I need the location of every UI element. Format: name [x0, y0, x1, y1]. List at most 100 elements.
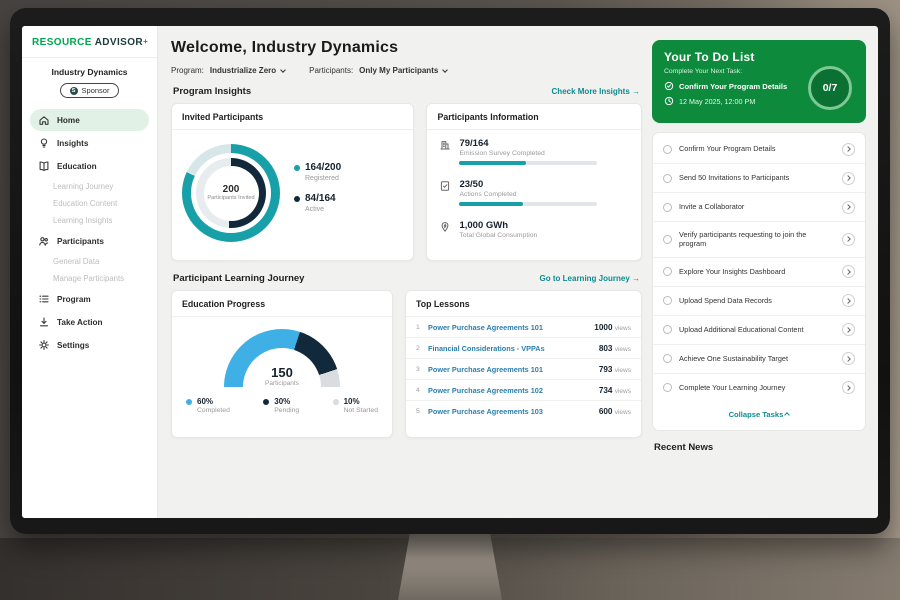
sponsor-badge[interactable]: S Sponsor [60, 83, 120, 98]
sidebar-item-learning-journey[interactable]: Learning Journey [22, 178, 157, 195]
task-item[interactable]: Explore Your Insights Dashboard [653, 258, 865, 287]
sidebar-item-education-content[interactable]: Education Content [22, 195, 157, 212]
task-checkbox[interactable] [663, 267, 672, 276]
legend-value: 164/200 [305, 162, 341, 173]
legend-not-started: 10% Not Started [333, 397, 378, 414]
task-chevron-icon[interactable] [842, 143, 855, 156]
download-icon [38, 316, 50, 328]
lesson-rank: 2 [416, 345, 428, 352]
participants-information-card: Participants Information 79/164 Emission… [426, 103, 642, 261]
program-filter-select[interactable]: Industrialize Zero [210, 66, 285, 75]
sidebar-item-home[interactable]: Home [30, 109, 149, 131]
lesson-views: 734 [599, 386, 613, 395]
lesson-link[interactable]: Financial Considerations - VPPAs [428, 344, 599, 353]
lesson-link[interactable]: Power Purchase Agreements 101 [428, 365, 599, 374]
metric-value: 79/164 [459, 138, 597, 149]
education-legend: 60% Completed 30% Pending 10% Not Starte… [172, 387, 392, 414]
sidebar-item-participants[interactable]: Participants [30, 230, 149, 252]
due-date: 12 May 2025, 12:00 PM [679, 97, 755, 106]
navy-dot-icon [294, 196, 300, 202]
task-item[interactable]: Complete Your Learning Journey [653, 374, 865, 402]
due-date-row: 12 May 2025, 12:00 PM [664, 96, 804, 106]
sidebar-item-manage-participants[interactable]: Manage Participants [22, 270, 157, 287]
sidebar-item-program[interactable]: Program [30, 288, 149, 310]
task-item[interactable]: Verify participants requesting to join t… [653, 222, 865, 258]
collapse-tasks-link[interactable]: Collapse Tasks [653, 402, 865, 428]
metric-label: Emission Survey Completed [459, 150, 597, 157]
task-chevron-icon[interactable] [842, 201, 855, 214]
task-chevron-icon[interactable] [842, 294, 855, 307]
chevron-up-icon [785, 412, 791, 418]
task-item[interactable]: Confirm Your Program Details [653, 135, 865, 164]
gear-icon [38, 339, 50, 351]
org-name: Industry Dynamics [22, 58, 157, 81]
chevron-down-icon [280, 67, 286, 73]
legend-pending: 30% Pending [263, 397, 299, 414]
task-chevron-icon[interactable] [842, 265, 855, 278]
checklist-icon [439, 180, 451, 192]
todo-task-list: Confirm Your Program Details Send 50 Inv… [652, 132, 866, 431]
legend-pct: 60% [197, 397, 213, 406]
task-chevron-icon[interactable] [842, 172, 855, 185]
sidebar-nav: Home Insights Education Learning Journey… [22, 106, 157, 365]
task-item[interactable]: Invite a Collaborator [653, 193, 865, 222]
task-checkbox[interactable] [663, 383, 672, 392]
emission-survey-row: 79/164 Emission Survey Completed [427, 130, 641, 171]
task-item[interactable]: Upload Spend Data Records [653, 287, 865, 316]
task-checkbox[interactable] [663, 145, 672, 154]
task-chevron-icon[interactable] [842, 233, 855, 246]
list-icon [38, 293, 50, 305]
task-checkbox[interactable] [663, 354, 672, 363]
lesson-link[interactable]: Power Purchase Agreements 103 [428, 407, 599, 416]
check-more-insights-link[interactable]: Check More Insights → [552, 87, 640, 96]
sidebar-item-take-action[interactable]: Take Action [30, 311, 149, 333]
lesson-views: 793 [599, 365, 613, 374]
check-circle-icon [664, 81, 674, 91]
participants-filter-select[interactable]: Only My Participants [359, 66, 447, 75]
gauge-center-value: 150 [271, 365, 293, 380]
sidebar-item-general-data[interactable]: General Data [22, 253, 157, 270]
sidebar-item-insights[interactable]: Insights [30, 132, 149, 154]
actions-completed-row: 23/50 Actions Completed [427, 171, 641, 212]
book-icon [38, 160, 50, 172]
task-item[interactable]: Send 50 Invitations to Participants [653, 164, 865, 193]
lesson-rank: 3 [416, 366, 428, 373]
lightblue-dot-icon [186, 399, 192, 405]
sidebar-item-label: Program [57, 295, 91, 304]
next-task-row[interactable]: Confirm Your Program Details [664, 81, 804, 91]
task-item[interactable]: Achieve One Sustainability Target [653, 345, 865, 374]
task-checkbox[interactable] [663, 174, 672, 183]
lesson-link[interactable]: Power Purchase Agreements 102 [428, 386, 599, 395]
task-item[interactable]: Upload Additional Educational Content [653, 316, 865, 345]
program-filter-value: Industrialize Zero [210, 66, 276, 75]
task-checkbox[interactable] [663, 325, 672, 334]
card-title: Participants Information [427, 104, 641, 130]
sponsor-icon: S [70, 87, 78, 95]
task-checkbox[interactable] [663, 203, 672, 212]
legend-label: Active [305, 206, 341, 213]
task-chevron-icon[interactable] [842, 323, 855, 336]
task-chevron-icon[interactable] [842, 381, 855, 394]
legend-label: Completed [197, 407, 230, 414]
teal-dot-icon [294, 165, 300, 171]
legend-active: 84/164 Active [294, 193, 341, 213]
sidebar-item-education[interactable]: Education [30, 155, 149, 177]
go-to-learning-journey-link[interactable]: Go to Learning Journey → [540, 274, 640, 283]
lesson-link[interactable]: Power Purchase Agreements 101 [428, 323, 594, 332]
education-gauge-chart: 150 Participants [224, 329, 340, 387]
card-title: Top Lessons [406, 291, 641, 317]
sidebar-item-settings[interactable]: Settings [30, 334, 149, 356]
lesson-row: 2 Financial Considerations - VPPAs 803 v… [406, 338, 641, 359]
section-heading: Participant Learning Journey [173, 273, 304, 284]
todo-summary-card: Your To Do List Complete Your Next Task:… [652, 40, 866, 123]
monitor-bezel: RESOURCE ADVISOR+ Industry Dynamics S Sp… [10, 8, 890, 534]
sidebar-item-learning-insights[interactable]: Learning Insights [22, 212, 157, 229]
learning-cards-row: Education Progress 150 Participants 60% … [171, 290, 642, 438]
emission-progress-bar [459, 161, 597, 165]
sidebar-item-label: Insights [57, 139, 88, 148]
task-chevron-icon[interactable] [842, 352, 855, 365]
task-checkbox[interactable] [663, 235, 672, 244]
lesson-row: 5 Power Purchase Agreements 103 600 view… [406, 401, 641, 421]
invited-participants-card: Invited Participants 200 Participants In… [171, 103, 414, 261]
task-checkbox[interactable] [663, 296, 672, 305]
